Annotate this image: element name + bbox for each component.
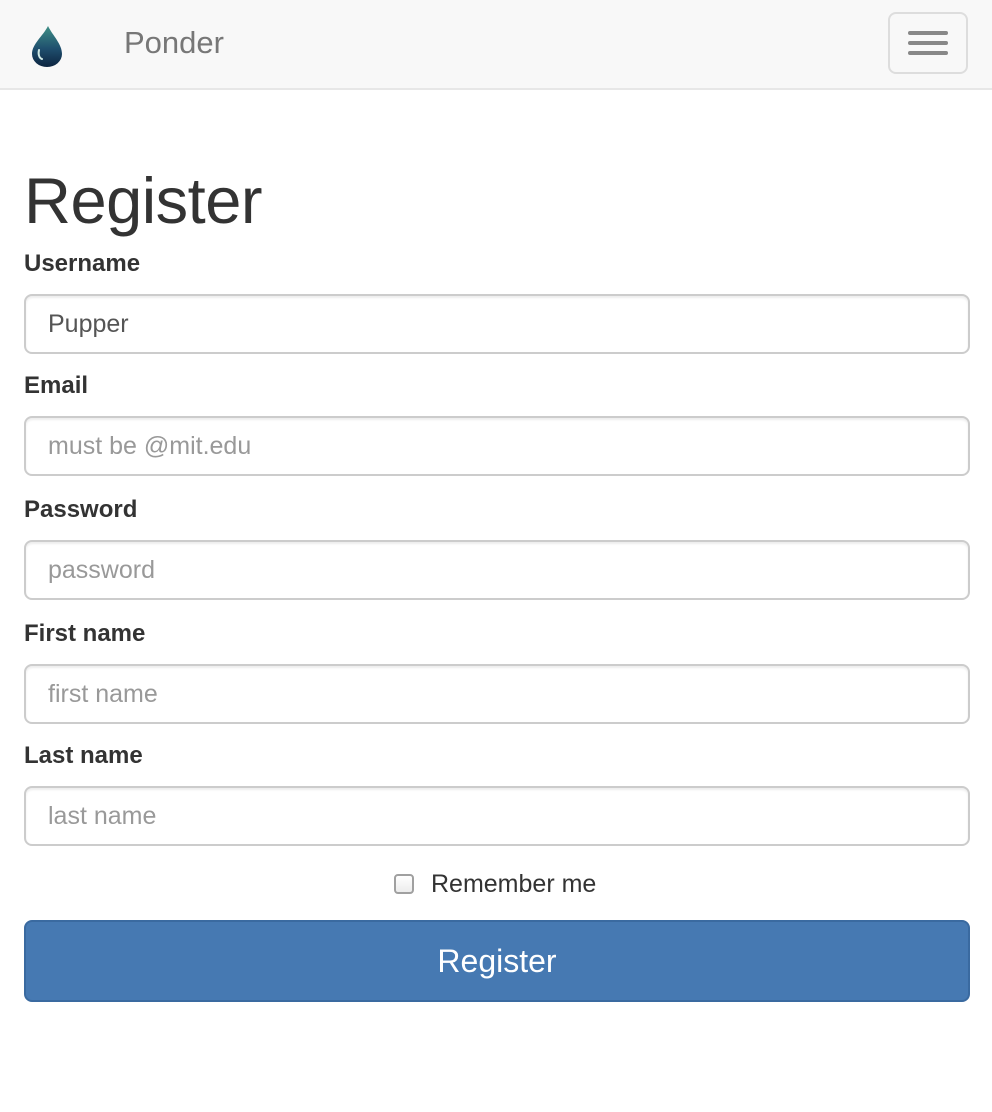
first-name-label: First name xyxy=(24,620,146,647)
hamburger-menu-icon xyxy=(908,31,948,35)
email-label: Email xyxy=(24,372,89,399)
register-button[interactable]: Register xyxy=(24,920,970,1002)
remember-me-row[interactable]: Remember me xyxy=(394,868,596,900)
brand-name[interactable]: Ponder xyxy=(124,24,224,62)
password-label: Password xyxy=(24,496,138,523)
water-drop-icon[interactable] xyxy=(28,24,66,68)
page-title: Register xyxy=(24,164,263,237)
remember-me-checkbox[interactable] xyxy=(394,874,414,894)
first-name-input[interactable] xyxy=(24,664,970,724)
username-label: Username xyxy=(24,250,141,277)
navbar: Ponder xyxy=(0,0,992,90)
email-input[interactable] xyxy=(24,416,970,476)
last-name-input[interactable] xyxy=(24,786,970,846)
remember-me-label: Remember me xyxy=(431,869,597,898)
username-input[interactable] xyxy=(24,294,970,354)
navbar-toggle-button[interactable] xyxy=(888,12,968,74)
password-input[interactable] xyxy=(24,540,970,600)
last-name-label: Last name xyxy=(24,742,143,769)
